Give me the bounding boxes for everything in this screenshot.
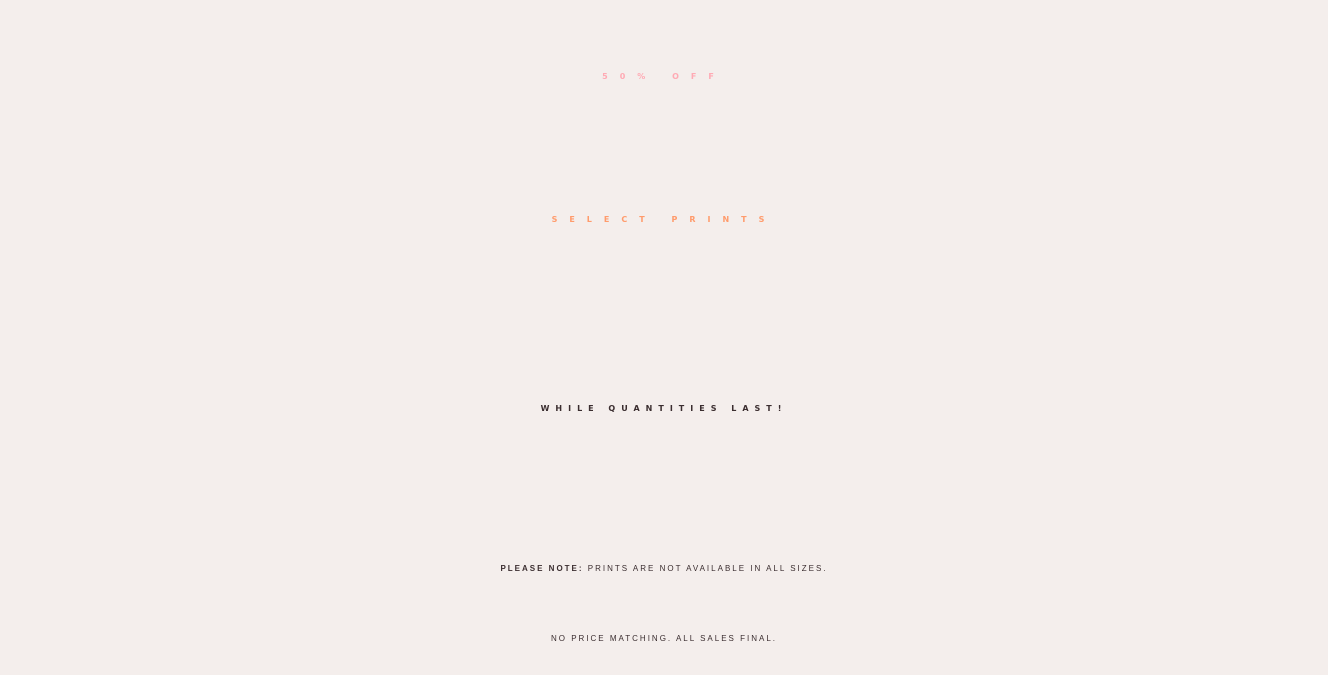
tagline: WHILE QUANTITIES LAST! — [540, 404, 788, 413]
headline-discount: 50% OFF — [602, 72, 726, 81]
note-line-1: PLEASE NOTE: PRINTS ARE NOT AVAILABLE IN… — [0, 545, 1328, 593]
sale-banner: 50% OFF SELECT PRINTS WHILE QUANTITIES L… — [0, 0, 1328, 675]
note-line-2: NO PRICE MATCHING. ALL SALES FINAL. — [550, 634, 778, 643]
note-text: PRINTS ARE NOT AVAILABLE IN ALL SIZES. — [587, 564, 828, 573]
headline-select-prints: SELECT PRINTS — [551, 215, 777, 224]
note-label: PLEASE NOTE: — [500, 564, 584, 573]
